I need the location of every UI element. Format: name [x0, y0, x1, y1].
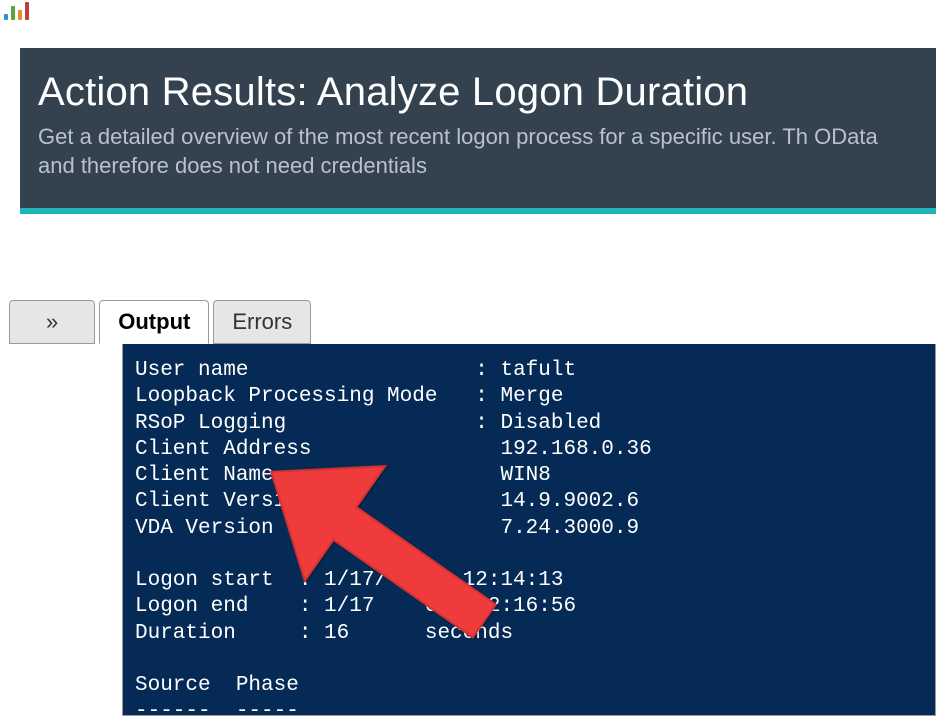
tab-errors[interactable]: Errors: [213, 300, 311, 344]
val-user-name: tafult: [500, 359, 576, 382]
app-logo-icon: [4, 2, 29, 20]
output-panel: User name : tafult Loopback Processing M…: [122, 344, 936, 716]
tab-errors-label: Errors: [232, 309, 292, 334]
console-output[interactable]: User name : tafult Loopback Processing M…: [123, 344, 935, 716]
val-rsop: Disabled: [500, 412, 601, 435]
page-subtitle: Get a detailed overview of the most rece…: [38, 123, 918, 180]
chevron-right-icon: »: [46, 309, 58, 334]
page-header: Action Results: Analyze Logon Duration G…: [20, 48, 936, 214]
val-logon-start: 1/17/ 2 12:14:13: [324, 569, 563, 592]
tab-output[interactable]: Output: [99, 300, 209, 344]
expand-button[interactable]: »: [9, 300, 95, 344]
col-divider: ------ -----: [135, 700, 299, 716]
val-loopback: Merge: [500, 385, 563, 408]
col-headers: Source Phase: [135, 674, 299, 697]
val-client-address: 192.168.0.36: [500, 438, 651, 461]
app-window: Action Results: Analyze Logon Duration G…: [0, 0, 936, 716]
val-logon-end: 1/17 022 12:16:56: [324, 595, 576, 618]
val-client-name: WIN8: [500, 464, 550, 487]
val-client-version: 14.9.9002.6: [500, 490, 639, 513]
page-title: Action Results: Analyze Logon Duration: [38, 70, 918, 115]
val-vda-version: 7.24.3000.9: [500, 517, 639, 540]
tab-output-label: Output: [118, 309, 190, 334]
val-duration: 16 seconds: [324, 622, 513, 645]
tab-bar: » Output Errors: [9, 300, 311, 344]
